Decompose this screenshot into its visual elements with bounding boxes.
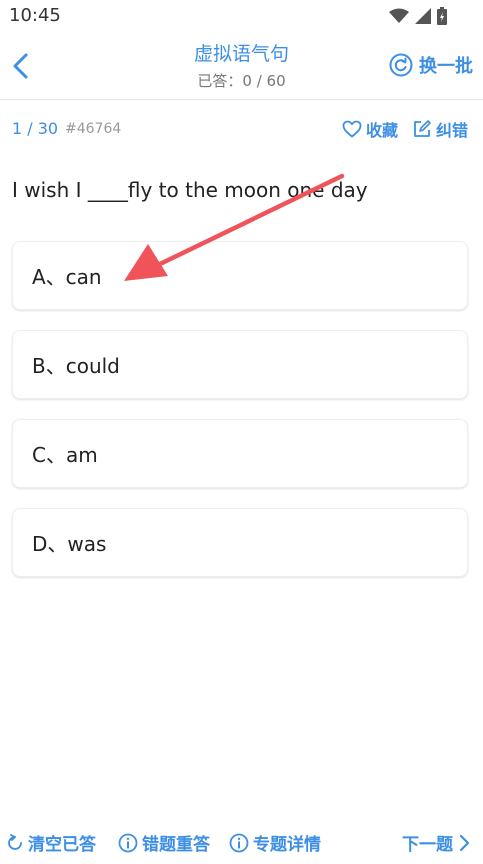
refresh-icon — [389, 53, 413, 77]
favorite-button[interactable]: 收藏 — [342, 117, 398, 141]
swap-batch-label: 换一批 — [419, 56, 473, 77]
edit-icon — [414, 120, 431, 137]
question-text: I wish I ____fly to the moon one day — [12, 178, 368, 202]
reset-icon — [8, 833, 22, 850]
app-header: 虚拟语气句 已答：0 / 60 换一批 — [0, 32, 483, 100]
info-icon — [229, 833, 249, 852]
quiz-screen: 10:45 虚拟语气句 已答：0 / 60 换一批 1 / 30 #46764 … — [0, 0, 483, 864]
favorite-label: 收藏 — [365, 121, 398, 140]
swap-batch-button[interactable]: 换一批 — [389, 52, 473, 78]
status-bar: 10:45 — [0, 0, 483, 32]
option-d[interactable]: D、was — [12, 508, 468, 577]
wifi-icon — [389, 8, 409, 23]
answered-label: 已答： — [197, 72, 243, 90]
status-time: 10:45 — [9, 5, 61, 26]
battery-icon — [437, 7, 447, 25]
question-actions: 收藏 纠错 — [342, 117, 468, 141]
info-icon — [118, 833, 138, 852]
redo-wrong-button[interactable]: 错题重答 — [118, 830, 210, 855]
next-question-button[interactable]: 下一题 — [402, 830, 471, 855]
bottom-toolbar: 清空已答 错题重答 专题详情 下一题 — [0, 830, 483, 860]
report-error-label: 纠错 — [435, 121, 468, 140]
question-id: #46764 — [65, 121, 122, 137]
answered-value: 0 / 60 — [242, 72, 286, 90]
topic-detail-label: 专题详情 — [253, 835, 321, 855]
signal-icon — [415, 8, 431, 24]
option-c[interactable]: C、am — [12, 419, 468, 488]
option-a[interactable]: A、can — [12, 241, 468, 310]
heart-icon — [342, 120, 362, 138]
clear-answers-label: 清空已答 — [28, 835, 96, 855]
question-meta: 1 / 30 #46764 收藏 纠错 — [12, 119, 472, 141]
redo-wrong-label: 错题重答 — [142, 835, 210, 855]
option-b[interactable]: B、could — [12, 330, 468, 399]
chevron-right-icon — [459, 834, 470, 851]
next-question-label: 下一题 — [402, 835, 453, 855]
status-icons — [389, 7, 447, 25]
topic-detail-button[interactable]: 专题详情 — [229, 830, 321, 855]
report-error-button[interactable]: 纠错 — [412, 117, 468, 141]
answer-options: A、can B、could C、am D、was — [12, 241, 468, 597]
question-index: 1 / 30 — [12, 119, 59, 138]
clear-answers-button[interactable]: 清空已答 — [6, 830, 96, 855]
